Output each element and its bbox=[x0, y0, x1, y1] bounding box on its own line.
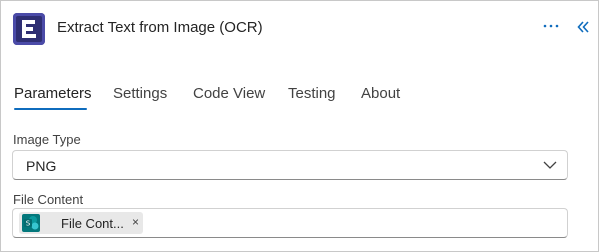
tab-settings[interactable]: Settings bbox=[113, 85, 167, 102]
image-type-label: Image Type bbox=[13, 132, 81, 147]
active-tab-indicator bbox=[14, 108, 87, 110]
action-panel: Extract Text from Image (OCR) Parameters… bbox=[0, 0, 599, 252]
tab-testing[interactable]: Testing bbox=[288, 85, 336, 102]
file-content-input[interactable]: S File Cont... × bbox=[12, 208, 568, 238]
remove-token-button[interactable]: × bbox=[132, 215, 139, 229]
tab-about[interactable]: About bbox=[361, 85, 400, 102]
chevron-down-icon bbox=[543, 161, 557, 169]
token-label: File Cont... bbox=[61, 216, 124, 231]
tab-bar: Parameters Settings Code View Testing Ab… bbox=[1, 81, 599, 111]
image-type-select[interactable]: PNG bbox=[12, 150, 568, 180]
ellipsis-icon bbox=[543, 24, 559, 28]
svg-text:S: S bbox=[26, 220, 31, 228]
image-type-value: PNG bbox=[26, 158, 57, 174]
action-title: Extract Text from Image (OCR) bbox=[57, 19, 263, 36]
tab-code-view[interactable]: Code View bbox=[193, 85, 265, 102]
collapse-panel-button[interactable] bbox=[576, 20, 590, 34]
dynamic-content-token[interactable]: S File Cont... × bbox=[19, 212, 143, 234]
file-content-label: File Content bbox=[13, 192, 84, 207]
document-e-icon bbox=[13, 13, 45, 45]
double-chevron-left-icon bbox=[577, 21, 589, 33]
tab-parameters[interactable]: Parameters bbox=[14, 85, 92, 102]
sharepoint-icon: S bbox=[22, 214, 40, 232]
more-options-button[interactable] bbox=[541, 19, 561, 33]
